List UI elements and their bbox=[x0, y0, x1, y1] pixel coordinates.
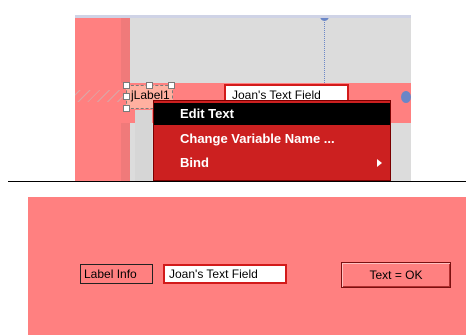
menu-item-label: Edit Text bbox=[180, 106, 234, 121]
menu-item-edit-text[interactable]: Edit Text bbox=[154, 103, 390, 125]
context-menu: Edit Text Change Variable Name ... Bind bbox=[153, 100, 391, 181]
form-gap bbox=[135, 110, 152, 181]
resize-handle[interactable] bbox=[123, 82, 130, 89]
designer-canvas: jLabel1 Joan's Text Field Edit Text Chan… bbox=[75, 15, 411, 181]
menu-item-label: Change Variable Name ... bbox=[180, 131, 335, 146]
text-ok-button[interactable]: Text = OK bbox=[341, 262, 451, 288]
runtime-text-field[interactable]: Joan's Text Field bbox=[163, 264, 287, 284]
menu-item-bind[interactable]: Bind bbox=[154, 152, 390, 174]
resize-handle[interactable] bbox=[168, 82, 175, 89]
section-divider bbox=[8, 181, 466, 182]
resize-handle[interactable] bbox=[146, 82, 153, 89]
chevron-right-icon bbox=[377, 159, 382, 167]
menu-item-label: Bind bbox=[180, 155, 209, 170]
alignment-guide-line bbox=[324, 15, 325, 85]
menu-item-change-variable-name[interactable]: Change Variable Name ... bbox=[154, 128, 390, 150]
runtime-label: Label Info bbox=[80, 264, 153, 284]
anchor-dot-icon[interactable] bbox=[401, 91, 411, 103]
resize-handle[interactable] bbox=[123, 105, 130, 112]
resize-zigzag bbox=[75, 90, 125, 102]
resize-handle[interactable] bbox=[123, 93, 130, 100]
window-top-border bbox=[75, 15, 411, 18]
